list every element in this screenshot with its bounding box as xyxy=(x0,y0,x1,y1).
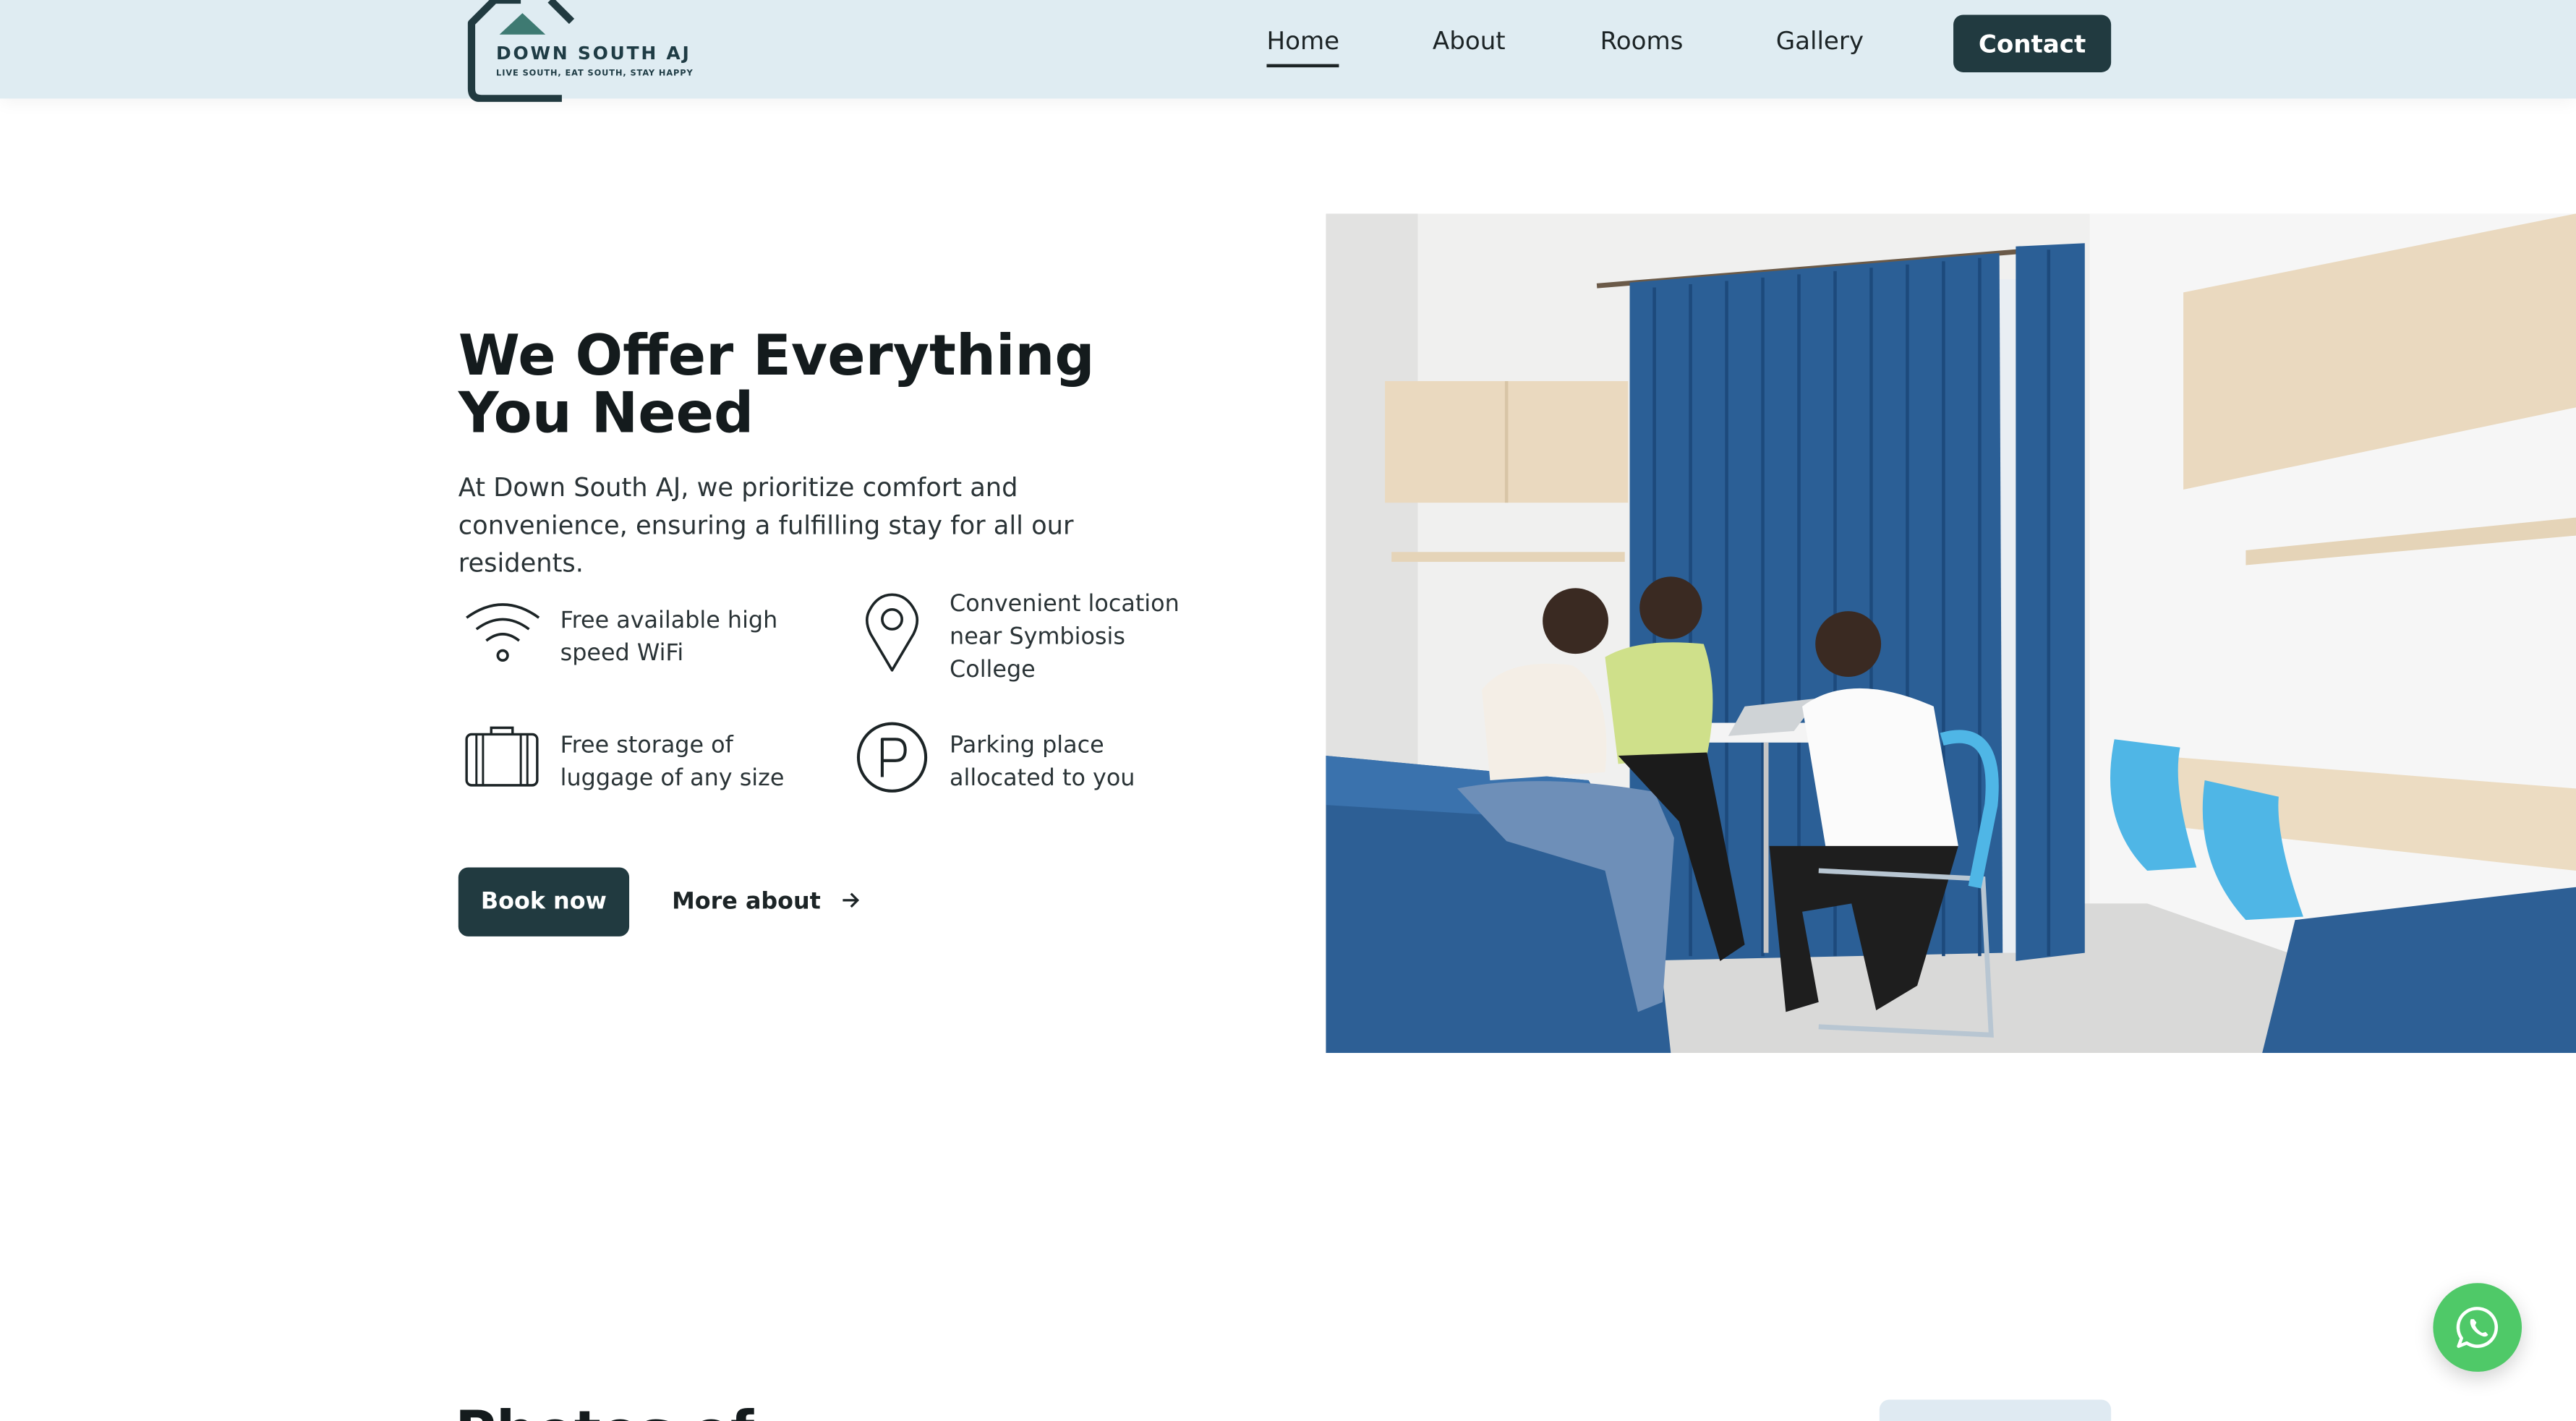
luggage-icon xyxy=(465,726,539,787)
more-about-link[interactable]: More about xyxy=(672,889,861,915)
feature-wifi-text: Free available high speed WiFi xyxy=(560,607,778,667)
nav-about[interactable]: About xyxy=(1433,26,1506,56)
hero-room-photo xyxy=(1326,213,2576,1054)
more-about-label: More about xyxy=(672,888,821,916)
arrow-right-icon xyxy=(843,892,861,908)
photos-card xyxy=(1879,1399,2112,1421)
hero-description: At Down South AJ, we prioritize comfort … xyxy=(458,473,1074,579)
feature-location-text: Convenient location near Symbiosis Colle… xyxy=(950,591,1180,684)
nav-home[interactable]: Home xyxy=(1266,26,1340,68)
whatsapp-icon xyxy=(2456,1307,2499,1348)
top-navbar: DOWN SOUTH AJ LIVE SOUTH, EAT SOUTH, STA… xyxy=(0,0,2576,102)
location-pin-icon xyxy=(866,593,919,672)
parking-icon xyxy=(856,722,928,793)
brand-tagline: LIVE SOUTH, EAT SOUTH, STAY HAPPY xyxy=(496,69,694,80)
book-now-button[interactable]: Book now xyxy=(458,867,630,936)
wifi-icon xyxy=(466,603,540,662)
brand-logo[interactable]: DOWN SOUTH AJ LIVE SOUTH, EAT SOUTH, STA… xyxy=(466,0,696,102)
nav-gallery[interactable]: Gallery xyxy=(1776,26,1864,56)
feature-luggage-text: Free storage of luggage of any size xyxy=(560,733,785,792)
brand-name: DOWN SOUTH AJ xyxy=(496,43,691,64)
contact-button[interactable]: Contact xyxy=(1953,14,2112,72)
room-illustration xyxy=(1326,213,2576,1054)
whatsapp-button[interactable] xyxy=(2433,1283,2522,1372)
hero-title: We Offer Everything You Need xyxy=(458,323,1095,447)
photos-section-title: Photos of xyxy=(455,1399,754,1421)
nav-rooms[interactable]: Rooms xyxy=(1600,26,1684,56)
feature-parking-text: Parking place allocated to you xyxy=(950,733,1135,792)
